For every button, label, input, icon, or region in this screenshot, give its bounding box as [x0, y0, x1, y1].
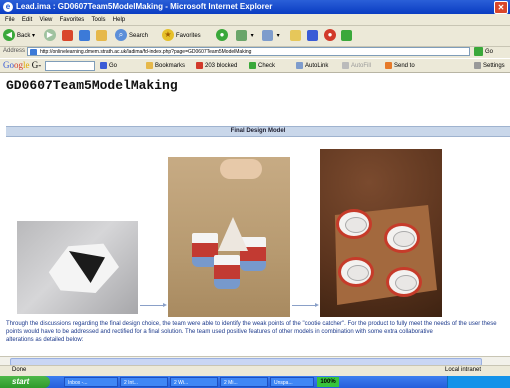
folder-icon: [290, 29, 301, 41]
popup-blocked-icon: [196, 62, 203, 69]
menu-file[interactable]: File: [5, 17, 15, 23]
forward-button[interactable]: ▶: [44, 29, 58, 43]
forward-arrow-icon: ▶: [44, 29, 56, 42]
refresh-icon: [79, 29, 90, 41]
section-heading: Final Design Model: [6, 126, 510, 137]
mail-icon: [262, 29, 273, 41]
messenger-icon: [341, 29, 352, 41]
favorites-star-icon: ★: [162, 29, 174, 42]
address-bar: Address http://onlinelearning.dmem.strat…: [0, 47, 510, 58]
history-button[interactable]: ▾: [236, 29, 254, 43]
window-title: Lead.ima : GD0607Team5ModelMaking - Micr…: [16, 2, 273, 11]
home-button[interactable]: [96, 29, 109, 43]
google-search-icon: [100, 62, 107, 69]
close-button[interactable]: ✕: [494, 1, 508, 14]
ie-icon: e: [3, 2, 13, 12]
mail-button[interactable]: ▾: [262, 29, 280, 43]
paper-model-photo: [17, 221, 138, 314]
status-bar: Done Local intranet: [0, 365, 510, 376]
menu-help[interactable]: Help: [113, 17, 125, 23]
taskbar-item-internet[interactable]: 2 Int...: [120, 377, 168, 387]
back-arrow-icon: ◀: [3, 29, 15, 42]
system-tray: [447, 376, 510, 388]
history-icon: [236, 29, 247, 41]
refresh-button[interactable]: [79, 29, 92, 43]
go-button[interactable]: Go: [474, 47, 493, 56]
menu-bar: File Edit View Favorites Tools Help: [0, 14, 510, 26]
cup-carrier-string-photo: [168, 157, 290, 317]
arrow-2: [292, 303, 319, 307]
standard-toolbar: ◀ Back ▾ ▶ ⌕ Search ★ Favorites ● ▾ ▾ ●: [0, 26, 510, 47]
autolink-button[interactable]: AutoLink: [296, 62, 328, 69]
send-to-icon: [385, 62, 392, 69]
zone-text: Local intranet: [445, 367, 482, 373]
settings-icon: [474, 62, 481, 69]
google-toolbar: Google G- Go Bookmarks 203 blocked Check…: [0, 59, 510, 73]
zoom-percent-badge: 100%: [317, 377, 339, 387]
taskbar-item-inbox[interactable]: Inbox -...: [64, 377, 118, 387]
autolink-icon: [296, 62, 303, 69]
spellcheck-button[interactable]: Check: [249, 62, 275, 69]
print-button[interactable]: [290, 29, 303, 43]
google-go-button[interactable]: Go: [100, 62, 117, 69]
menu-edit[interactable]: Edit: [22, 17, 32, 23]
page-content: GD0607Team5ModelMaking Final Design Mode…: [0, 73, 510, 356]
settings-button[interactable]: Settings: [474, 62, 505, 69]
page-icon: [30, 49, 37, 55]
address-url: http://onlinelearning.dmem.strath.ac.uk/…: [40, 49, 252, 55]
start-button[interactable]: start: [0, 376, 50, 388]
back-button[interactable]: ◀ Back ▾: [3, 29, 35, 43]
taskbar-item-microsoft[interactable]: 2 Mi...: [220, 377, 268, 387]
popup-blocker-button[interactable]: 203 blocked: [196, 62, 237, 69]
page-title: GD0607Team5ModelMaking: [6, 78, 178, 93]
arrow-1: [140, 303, 167, 307]
send-to-button[interactable]: Send to: [385, 62, 415, 69]
taskbar-item-unspa[interactable]: Unspa...: [270, 377, 314, 387]
messenger-button[interactable]: [341, 29, 354, 43]
taskbar: start Inbox -... 2 Int... 2 Wi... 2 Mi..…: [0, 376, 510, 388]
edit-icon: [307, 29, 318, 41]
status-text: Done: [12, 367, 27, 373]
media-icon: ●: [216, 29, 228, 42]
google-search-input[interactable]: [45, 61, 95, 71]
google-logo[interactable]: Google G-: [3, 60, 41, 70]
home-icon: [96, 29, 107, 41]
bookmarks-button[interactable]: Bookmarks: [146, 62, 185, 69]
search-button[interactable]: ⌕ Search: [115, 29, 148, 43]
edit-button[interactable]: [307, 29, 320, 43]
autofill-icon: [342, 62, 349, 69]
taskbar-item-windows[interactable]: 2 Wi...: [170, 377, 218, 387]
description-text: Through the discussions regarding the fi…: [6, 321, 497, 343]
menu-tools[interactable]: Tools: [92, 17, 106, 23]
final-cup-carrier-photo: [320, 149, 442, 317]
autofill-button[interactable]: AutoFill: [342, 62, 371, 69]
go-arrow-icon: [474, 47, 483, 56]
media-button[interactable]: ●: [216, 29, 230, 43]
check-icon: [249, 62, 256, 69]
star-icon: [146, 62, 153, 69]
window-titlebar: e Lead.ima : GD0607Team5ModelMaking - Mi…: [0, 0, 510, 14]
stop-button[interactable]: [62, 29, 75, 43]
address-input[interactable]: http://onlinelearning.dmem.strath.ac.uk/…: [27, 47, 470, 56]
discuss-button[interactable]: ●: [324, 29, 338, 43]
address-label: Address: [3, 48, 26, 54]
stop-icon: [62, 29, 73, 41]
menu-view[interactable]: View: [39, 17, 52, 23]
search-icon: ⌕: [115, 29, 127, 42]
discuss-icon: ●: [324, 29, 336, 42]
menu-favorites[interactable]: Favorites: [60, 17, 85, 23]
favorites-button[interactable]: ★ Favorites: [162, 29, 201, 43]
